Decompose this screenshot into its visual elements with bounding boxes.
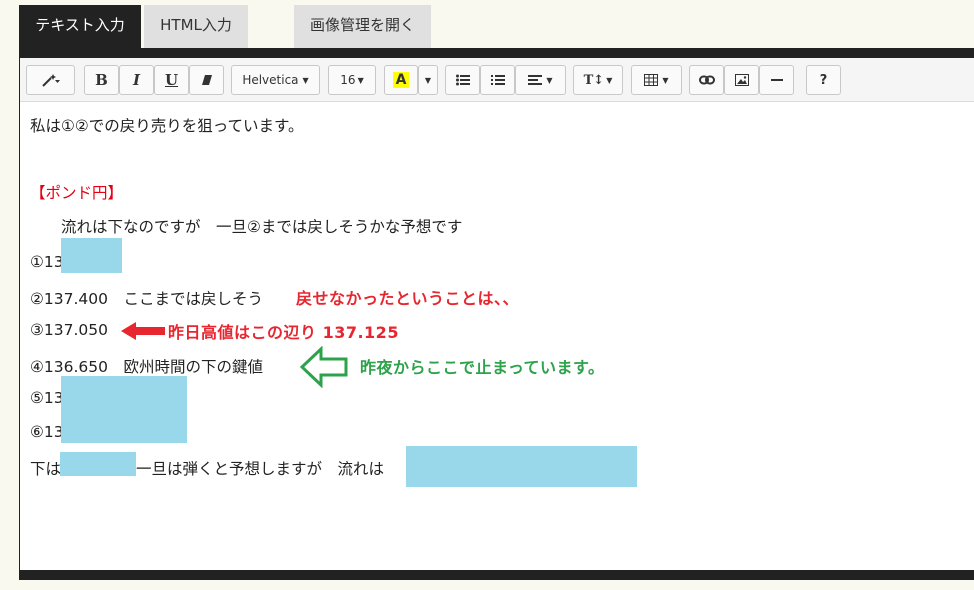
ordered-list-icon (490, 74, 505, 86)
align-icon (528, 74, 543, 86)
list-item-4: ④136.650 欧州時間の下の鍵値 (30, 358, 263, 376)
tab-text-input[interactable]: テキスト入力 (19, 5, 141, 48)
text-line-last-middle: 一旦は弾くと予想しますが 流れは (136, 460, 385, 478)
underline-button[interactable]: U (154, 65, 189, 95)
redaction-box (406, 446, 637, 487)
text-line-1: 私は①②での戻り売りを狙っています。 (30, 117, 304, 135)
table-dropdown[interactable]: ▼ (631, 65, 682, 95)
eraser-icon (201, 74, 213, 86)
chevron-down-icon: ▼ (357, 75, 364, 85)
ordered-list-button[interactable] (480, 65, 515, 95)
tab-html-input[interactable]: HTML入力 (144, 5, 248, 48)
font-color-dropdown[interactable]: ▼ (418, 65, 438, 95)
style-button[interactable] (26, 65, 75, 95)
chevron-down-icon: ▼ (606, 75, 613, 85)
link-icon (698, 75, 715, 85)
text-line-last-start: 下は (30, 460, 62, 478)
link-button[interactable] (689, 65, 724, 95)
clear-format-button[interactable] (189, 65, 224, 95)
picture-button[interactable] (724, 65, 759, 95)
section-heading: 【ポンド円】 (30, 184, 124, 202)
font-color-icon: A (392, 72, 410, 88)
red-arrow-icon (120, 320, 166, 346)
redaction-box (60, 452, 136, 476)
line-height-icon: T↕ (583, 72, 605, 88)
picture-icon (734, 74, 749, 86)
list-item-2: ②137.400 ここまでは戻しそう (30, 290, 263, 308)
table-icon (644, 74, 659, 86)
list-item-3: ③137.050 (30, 321, 108, 339)
horizontal-rule-icon (770, 78, 783, 82)
redaction-box (61, 238, 122, 273)
editor-frame: B I U Helvetica ▼ 16 ▼ A ▼ ▼ T↕ ▼ ▼ ? 私は… (19, 48, 974, 580)
list-item-6: ⑥13 (30, 423, 64, 441)
chevron-down-icon: ▼ (424, 75, 432, 85)
font-name-select[interactable]: Helvetica ▼ (231, 65, 320, 95)
chevron-down-icon: ▼ (546, 75, 553, 85)
align-dropdown[interactable]: ▼ (515, 65, 566, 95)
toolbar: B I U Helvetica ▼ 16 ▼ A ▼ ▼ T↕ ▼ ▼ ? (20, 58, 974, 102)
list-item-1: ①13 (30, 253, 64, 271)
annotation-red-1: 戻せなかったということは、、 (296, 289, 520, 308)
font-size-label: 16 (340, 73, 356, 87)
green-arrow-icon (299, 345, 348, 392)
annotation-red-2: 昨日高値はこの辺り 137.125 (168, 323, 399, 342)
font-color-button[interactable]: A (384, 65, 418, 95)
chevron-down-icon: ▼ (302, 75, 309, 85)
help-button[interactable]: ? (806, 65, 841, 95)
magic-wand-icon (41, 73, 61, 87)
unordered-list-button[interactable] (445, 65, 480, 95)
redaction-box (61, 376, 187, 443)
italic-button[interactable]: I (119, 65, 154, 95)
font-size-select[interactable]: 16 ▼ (328, 65, 376, 95)
line-height-dropdown[interactable]: T↕ ▼ (573, 65, 623, 95)
text-line-3: 流れは下なのですが 一旦②までは戻しそうかな予想です (30, 218, 463, 236)
font-name-label: Helvetica (242, 73, 299, 87)
editor-content[interactable]: 私は①②での戻り売りを狙っています。 【ポンド円】 流れは下なのですが 一旦②ま… (20, 102, 974, 570)
annotation-green: 昨夜からここで止まっています。 (360, 358, 605, 377)
horizontal-rule-button[interactable] (759, 65, 794, 95)
unordered-list-icon (455, 74, 470, 86)
list-item-5: ⑤13 (30, 389, 64, 407)
chevron-down-icon: ▼ (662, 75, 669, 85)
bold-button[interactable]: B (84, 65, 119, 95)
open-image-manager-button[interactable]: 画像管理を開く (294, 5, 431, 48)
